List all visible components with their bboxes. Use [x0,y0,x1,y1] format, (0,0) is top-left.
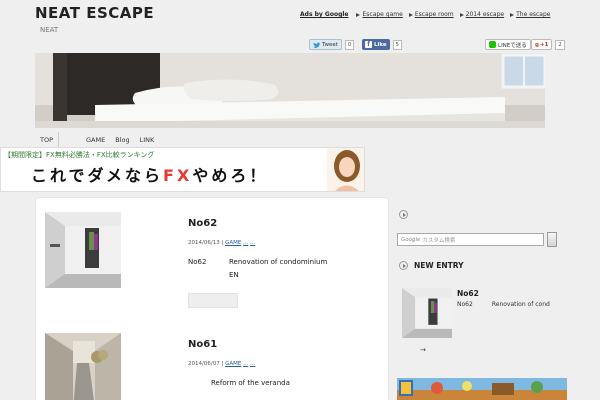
site-title[interactable]: NEAT ESCAPE [35,4,154,22]
new-entry-title[interactable]: No62 [457,289,479,298]
google-custom-search-input[interactable]: Google カスタム検索 [397,233,544,246]
twitter-bird-icon [313,41,320,48]
new-entry-more-arrow[interactable]: → [420,346,426,354]
widget-bullet-icon [399,261,408,270]
banner-top-text: 【期間限定】FX無料必勝法・FX比較ランキング [4,151,155,159]
ad-link-escape-game[interactable]: Escape game [356,11,403,18]
triangle-right-icon [408,12,413,17]
google-plus-share: g +1 2 [531,39,565,50]
tag-link[interactable]: ... [250,240,255,246]
new-entry-thumbnail[interactable] [402,288,452,338]
tag-link[interactable]: ... [243,240,248,246]
ad-link-the-escape[interactable]: The escape [510,11,550,18]
search-submit-button[interactable] [547,232,557,247]
post-meta: 2014/06/07 | GAME ... ... [188,361,256,367]
read-more-button[interactable] [188,293,238,308]
tag-link[interactable]: ... [243,361,248,367]
site-description: NEAT [40,26,59,34]
facebook-icon: f [365,41,372,48]
post-title[interactable]: No61 [188,339,217,350]
widget-bullet-icon [399,210,408,219]
game-banner-image [397,378,567,400]
header-image [35,53,545,128]
facebook-like-button[interactable]: f Like [362,39,390,50]
category-link[interactable]: GAME [225,361,241,367]
banner-woman-photo [327,148,364,191]
main-nav: TOP GAME Blog LINK [35,132,375,147]
post-thumbnail[interactable] [45,333,121,400]
tweet-button[interactable]: Tweet [309,39,342,50]
google-search-brand: Google [401,236,421,243]
banner-main-text: これでダメならFXやめろ！ [31,166,269,185]
ad-link-escape-room[interactable]: Escape room [408,11,454,18]
fx-banner-ad[interactable]: 【期間限定】FX無料必勝法・FX比較ランキング これでダメならFXやめろ！ [0,147,365,192]
triangle-right-icon [356,12,361,17]
veranda-thumbnail-image [45,333,121,400]
triangle-right-icon [459,12,464,17]
nav-link[interactable]: LINK [135,132,160,147]
post-name: No62 [188,258,207,266]
google-plus-count: 2 [555,39,565,50]
tweet-count: 0 [344,39,355,50]
new-entry-heading: NEW ENTRY [414,261,464,270]
post-description: Renovation of condominium [229,258,328,266]
post-title[interactable]: No62 [188,218,217,229]
bedroom-scene-image [35,53,545,128]
post-thumbnail[interactable] [45,212,121,288]
nav-game[interactable]: GAME [81,132,110,147]
nav-blog[interactable]: Blog [110,132,134,147]
post-description: Reform of the veranda [211,379,290,387]
tag-link[interactable]: ... [250,361,255,367]
line-send-button[interactable]: LINEで送る [485,39,531,50]
twitter-share: Tweet 0 [309,39,355,50]
category-link[interactable]: GAME [225,240,241,246]
facebook-share: f Like 5 [362,39,402,50]
facebook-like-count: 5 [392,39,402,50]
ad-link-2014-escape[interactable]: 2014 escape [459,11,504,18]
post-date: 2014/06/07 [188,361,220,367]
sidebar-game-banner[interactable] [397,378,567,400]
post-list-card: No62 2014/06/13 | GAME ... ... No62 Reno… [35,197,389,400]
post-language: EN [229,271,239,279]
ads-by-google-label[interactable]: Ads by Google [300,11,348,18]
room-thumbnail-image [45,212,121,288]
triangle-right-icon [510,12,515,17]
nav-top[interactable]: TOP [35,132,60,147]
room-thumbnail-image [402,288,452,338]
search-placeholder: カスタム検索 [422,237,456,244]
line-icon [489,41,496,48]
post-date: 2014/06/13 [188,240,220,246]
post-meta: 2014/06/13 | GAME ... ... [188,240,256,246]
line-share: LINEで送る [485,39,531,50]
google-plus-button[interactable]: g +1 [531,39,553,50]
google-plus-icon: g [535,41,539,48]
new-entry-excerpt: No62 Renovation of cond [457,301,550,308]
header-ad-links: Ads by Google Escape game Escape room 20… [300,11,556,18]
